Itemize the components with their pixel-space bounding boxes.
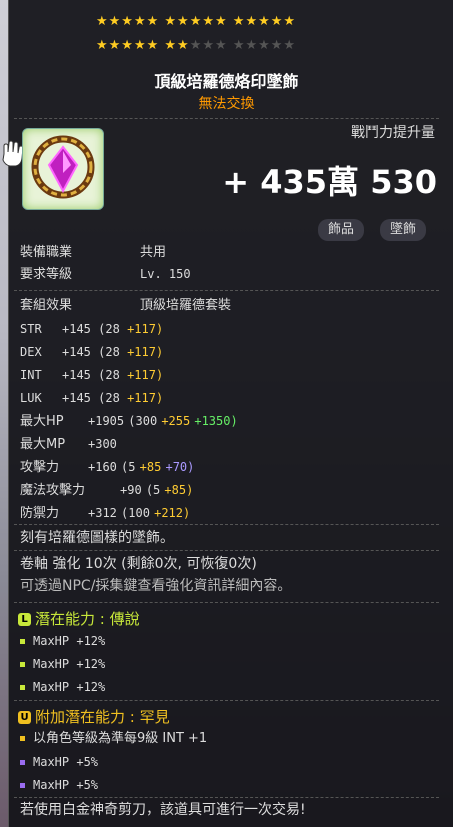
tag-subcategory: 墜飾: [380, 219, 427, 241]
req-level-row: 要求等級 Lv. 150: [20, 266, 191, 283]
star-force-filled: ★★★★★ ★★★★★ ★★★★★: [96, 14, 297, 29]
req-job-row: 裝備職業 共用: [20, 245, 166, 261]
bonus-potential-title-row: U 附加潛在能力 : 罕見: [18, 706, 170, 727]
bonus-potential-line: 以角色等級為準每9級 INT +1: [20, 731, 207, 747]
divider: [14, 550, 439, 551]
divider: [14, 602, 439, 603]
bullet-icon: [20, 736, 25, 741]
pendant-icon: [31, 135, 95, 199]
trade-status: 無法交換: [198, 96, 255, 112]
req-job-value: 共用: [140, 245, 167, 260]
star-force-row-1: ★★★★★ ★★★★★ ★★★★★: [96, 14, 296, 30]
star-force-row-2: ★★★★★ ★★★★★ ★★★★★: [96, 38, 296, 54]
set-effect-label: 套組效果: [20, 298, 73, 313]
divider: [14, 118, 439, 119]
stat-row-defense: 防禦力 +312 (100 +212): [20, 506, 191, 521]
stat-row-dex: DEX +145 (28 +117): [20, 345, 164, 359]
stat-row-str: STR +145 (28 +117): [20, 322, 164, 336]
bullet-icon: [20, 783, 25, 788]
stat-row-maxhp: 最大HP +1905 (300 +255 +1350): [20, 414, 238, 429]
potential-title-row: L 潛在能力 : 傳說: [18, 608, 140, 629]
req-job-label: 裝備職業: [20, 245, 73, 260]
stat-row-luk: LUK +145 (28 +117): [20, 391, 164, 405]
scroll-hint: 可透過NPC/採集鍵查看強化資訊詳細內容。: [20, 578, 292, 594]
divider: [14, 700, 439, 701]
bullet-icon: [20, 685, 25, 690]
divider: [14, 797, 439, 798]
item-description: 刻有培羅德圖樣的墜飾。: [20, 530, 174, 546]
bullet-icon: [20, 760, 25, 765]
req-level-value: Lv. 150: [140, 267, 191, 281]
star-force-empty: ★★★ ★★★★★: [189, 38, 297, 53]
star-force-filled: ★★★★★ ★★: [96, 38, 190, 53]
req-level-label: 要求等級: [20, 267, 73, 282]
bullet-icon: [20, 662, 25, 667]
stat-row-int: INT +145 (28 +117): [20, 368, 164, 382]
scroll-info: 卷軸 強化 10次 (剩餘0次, 可恢復0次): [20, 556, 257, 572]
potential-line: MaxHP +12%: [20, 656, 105, 672]
bullet-icon: [20, 639, 25, 644]
set-name: 頂級培羅德套裝: [140, 298, 232, 313]
bonus-potential-title: 附加潛在能力 : 罕見: [35, 708, 170, 726]
stat-row-attack: 攻擊力 +160 (5 +85 +70): [20, 460, 195, 475]
stat-row-magic-attack: 魔法攻擊力 +90 (5 +85): [20, 483, 194, 498]
hand-cursor-icon: [2, 140, 24, 167]
set-effect-row[interactable]: 套組效果 頂級培羅德套裝: [20, 298, 231, 314]
potential-line: MaxHP +12%: [20, 679, 105, 695]
trade-scissors-notice: 若使用白金神奇剪刀，該道具可進行一次交易!: [20, 802, 306, 818]
item-name: 頂級培羅德烙印墜飾: [154, 72, 299, 91]
power-label: 戰鬥力提升量: [351, 125, 435, 141]
potential-line: MaxHP +12%: [20, 633, 105, 649]
power-value: + 435萬 530: [222, 163, 437, 201]
divider: [14, 524, 439, 525]
item-icon-frame: [22, 128, 104, 210]
potential-title: 潛在能力 : 傳說: [35, 610, 140, 628]
divider: [14, 290, 439, 291]
unique-badge-icon: U: [18, 711, 31, 724]
legendary-badge-icon: L: [18, 613, 31, 626]
bonus-potential-line: MaxHP +5%: [20, 777, 98, 793]
tag-category: 飾品: [318, 219, 365, 241]
stat-row-maxmp: 最大MP +300: [20, 437, 117, 452]
bonus-potential-line: MaxHP +5%: [20, 754, 98, 770]
